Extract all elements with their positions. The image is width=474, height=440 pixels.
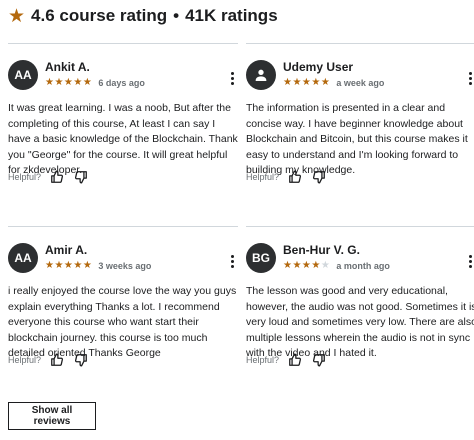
- divider: [246, 43, 474, 44]
- review-card: Udemy User ★★★★★ a week ago The informat…: [246, 43, 474, 213]
- more-options-icon[interactable]: [464, 68, 474, 88]
- thumbs-up-icon[interactable]: [287, 169, 303, 185]
- show-all-reviews-button[interactable]: Show all reviews: [8, 402, 96, 430]
- avatar: AA: [8, 243, 38, 273]
- star-rating: ★★★★★: [45, 77, 93, 88]
- review-card: AA Amir A. ★★★★★ 3 weeks ago i really en…: [8, 226, 238, 396]
- review-text: The lesson was good and very educational…: [246, 285, 474, 359]
- divider: [8, 43, 238, 44]
- more-options-icon[interactable]: [226, 251, 238, 271]
- review-meta: ★★★★★ a week ago: [283, 77, 384, 88]
- divider: [246, 226, 474, 227]
- review-meta: ★★★★★ 3 weeks ago: [45, 260, 151, 271]
- reviewer-name: Udemy User: [283, 60, 354, 74]
- reviewer-name: Amir A.: [45, 243, 88, 257]
- divider: [8, 226, 238, 227]
- review-meta: ★★★★★ 6 days ago: [45, 77, 145, 88]
- star-rating: ★★★★★: [283, 260, 330, 271]
- avatar: AA: [8, 60, 38, 90]
- review-date: a month ago: [336, 260, 390, 271]
- avatar: [246, 60, 276, 90]
- ratings-count: 41K ratings: [185, 6, 278, 25]
- review-date: 3 weeks ago: [98, 260, 152, 271]
- helpful-row: Helpful?: [8, 169, 97, 185]
- rating-header: ★ 4.6 course rating • 41K ratings: [8, 6, 278, 26]
- more-options-icon[interactable]: [464, 251, 474, 271]
- empty-star: ★: [320, 260, 331, 271]
- thumbs-up-icon[interactable]: [49, 169, 65, 185]
- course-rating: 4.6 course rating: [31, 6, 168, 25]
- star-rating: ★★★★★: [283, 77, 331, 88]
- review-text: i really enjoyed the course love the way…: [8, 285, 237, 359]
- star-rating: ★★★★★: [45, 260, 93, 271]
- helpful-label: Helpful?: [8, 355, 42, 365]
- thumbs-up-icon[interactable]: [287, 352, 303, 368]
- filled-stars: ★★★★: [283, 260, 321, 271]
- helpful-row: Helpful?: [8, 352, 97, 368]
- review-text: The information is presented in a clear …: [246, 102, 468, 176]
- helpful-row: Helpful?: [246, 352, 335, 368]
- review-date: a week ago: [336, 77, 385, 88]
- star-icon: ★: [8, 5, 26, 27]
- helpful-label: Helpful?: [246, 172, 280, 182]
- reviewer-name: Ben-Hur V. G.: [283, 243, 360, 257]
- reviewer-name: Ankit A.: [45, 60, 90, 74]
- separator-dot: •: [173, 6, 180, 25]
- review-card: AA Ankit A. ★★★★★ 6 days ago It was grea…: [8, 43, 238, 213]
- review-date: 6 days ago: [98, 77, 145, 88]
- thumbs-down-icon[interactable]: [73, 169, 89, 185]
- helpful-label: Helpful?: [8, 172, 42, 182]
- thumbs-up-icon[interactable]: [49, 352, 65, 368]
- thumbs-down-icon[interactable]: [311, 169, 327, 185]
- user-icon: [255, 69, 267, 81]
- helpful-label: Helpful?: [246, 355, 280, 365]
- avatar: BG: [246, 243, 276, 273]
- thumbs-down-icon[interactable]: [311, 352, 327, 368]
- more-options-icon[interactable]: [226, 68, 238, 88]
- review-text: It was great learning. I was a noob, But…: [8, 102, 238, 176]
- helpful-row: Helpful?: [246, 169, 335, 185]
- review-meta: ★★★★★ a month ago: [283, 260, 390, 271]
- review-card: BG Ben-Hur V. G. ★★★★★ a month ago The l…: [246, 226, 474, 396]
- thumbs-down-icon[interactable]: [73, 352, 89, 368]
